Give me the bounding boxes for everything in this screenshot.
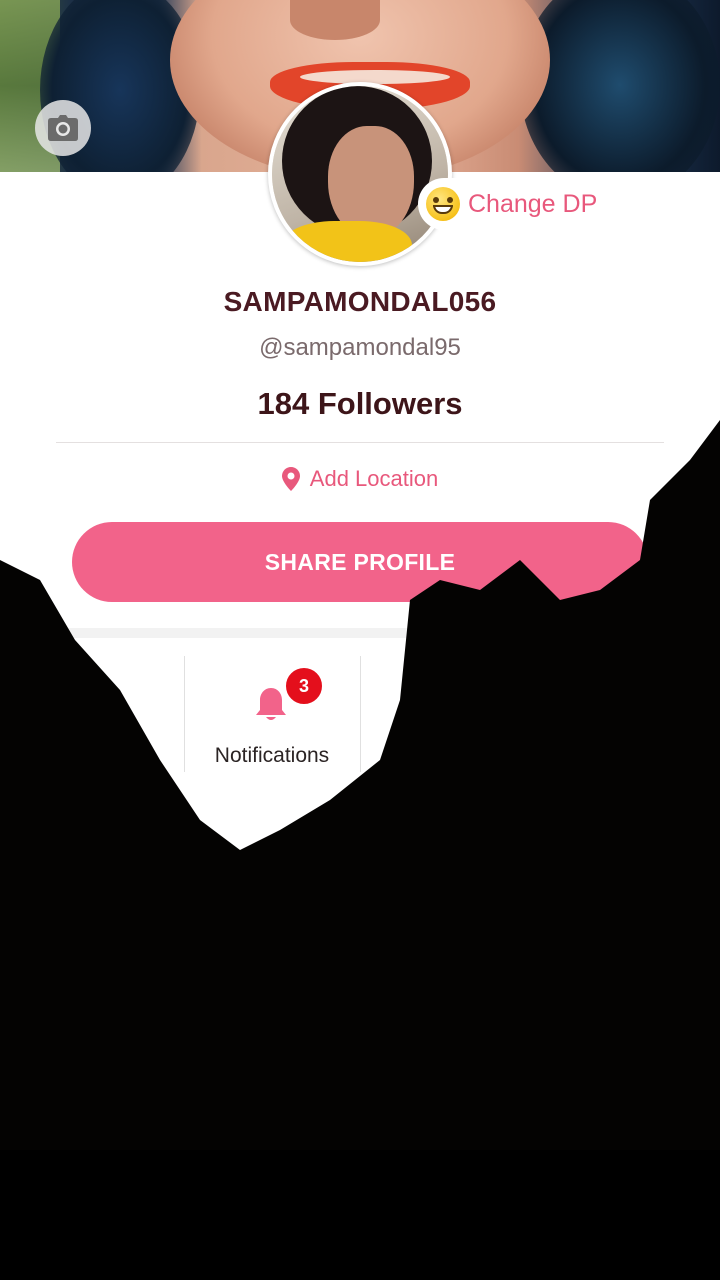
share-profile-button[interactable]: SHARE PROFILE — [72, 522, 648, 602]
change-cover-button[interactable] — [35, 100, 91, 156]
quick-action-notifications[interactable]: 3 Notifications — [184, 656, 361, 772]
followers-count[interactable]: 184 Followers — [0, 386, 720, 422]
profile-username: SAMPAMONDAL056 — [223, 286, 497, 317]
profile-handle: @sampamondal95 — [259, 334, 461, 361]
profile-avatar[interactable] — [268, 82, 452, 266]
camera-icon — [48, 115, 78, 141]
section-divider — [0, 628, 720, 638]
profile-screen: Change DP SAMPAMONDAL056 @sampamondal95 … — [0, 0, 720, 1280]
quick-action-camera[interactable] — [8, 656, 185, 772]
divider — [56, 442, 664, 443]
add-location-label: Add Location — [309, 466, 439, 491]
change-dp-button[interactable]: Change DP — [418, 178, 612, 230]
grinning-emoji-icon — [426, 187, 460, 221]
add-location-link[interactable]: Add Location — [0, 466, 720, 492]
notification-badge: 3 — [284, 666, 324, 706]
quick-action-more[interactable] — [360, 656, 536, 772]
camera-icon — [78, 686, 114, 718]
quick-action-label: Notifications — [214, 744, 330, 767]
change-dp-label: Change DP — [468, 189, 598, 218]
quick-actions-row: 3 Notifications — [0, 656, 720, 772]
bell-icon — [256, 688, 286, 720]
location-pin-icon — [281, 467, 300, 491]
